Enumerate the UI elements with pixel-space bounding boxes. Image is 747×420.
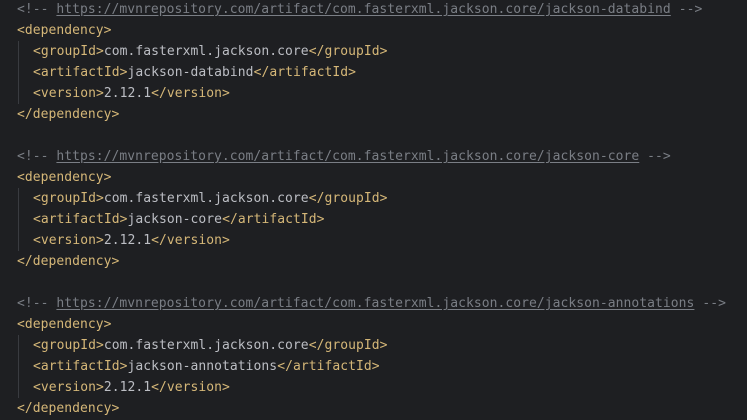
groupid-value: com.fasterxml.jackson.core xyxy=(103,44,309,59)
mvnrepository-link[interactable]: https://mvnrepository.com/artifact/com.f… xyxy=(56,149,639,164)
mvnrepository-link[interactable]: https://mvnrepository.com/artifact/com.f… xyxy=(56,2,670,17)
comment-line: <!-- https://mvnrepository.com/artifact/… xyxy=(17,0,702,20)
comment-open: <!-- xyxy=(17,149,49,164)
dependency-open-tag: <dependency> xyxy=(17,170,112,185)
version-open-tag: <version> xyxy=(33,380,104,395)
artifactid-open-tag: <artifactId> xyxy=(33,65,128,80)
dependency-close-line: </dependency> xyxy=(17,104,119,125)
groupid-close-tag: </groupId> xyxy=(308,338,388,353)
artifactid-line: <artifactId>jackson-databind</artifactId… xyxy=(17,62,356,83)
artifactid-open-tag: <artifactId> xyxy=(33,212,128,227)
artifactid-close-tag: </artifactId> xyxy=(253,65,356,80)
version-line: <version>2.12.1</version> xyxy=(17,377,230,398)
dependency-open-line: <dependency> xyxy=(17,314,112,335)
dependency-open-tag: <dependency> xyxy=(17,23,112,38)
groupid-line: <groupId>com.fasterxml.jackson.core</gro… xyxy=(17,335,387,356)
groupid-line: <groupId>com.fasterxml.jackson.core</gro… xyxy=(17,188,387,209)
groupid-line: <groupId>com.fasterxml.jackson.core</gro… xyxy=(17,41,387,62)
comment-close: --> xyxy=(678,2,703,17)
groupid-open-tag: <groupId> xyxy=(33,44,104,59)
dependency-close-tag: </dependency> xyxy=(17,254,120,269)
comment-close: --> xyxy=(702,296,726,311)
version-value: 2.12.1 xyxy=(103,380,152,395)
comment-open: <!-- xyxy=(17,2,49,17)
groupid-close-tag: </groupId> xyxy=(308,191,388,206)
version-close-tag: </version> xyxy=(151,233,230,248)
version-open-tag: <version> xyxy=(33,233,104,248)
version-close-tag: </version> xyxy=(151,86,230,101)
comment-line: <!-- https://mvnrepository.com/artifact/… xyxy=(17,293,726,314)
mvnrepository-link[interactable]: https://mvnrepository.com/artifact/com.f… xyxy=(56,296,694,311)
artifactid-value: jackson-annotations xyxy=(127,359,278,374)
artifactid-value: jackson-core xyxy=(127,212,223,227)
groupid-close-tag: </groupId> xyxy=(308,44,388,59)
comment-line: <!-- https://mvnrepository.com/artifact/… xyxy=(17,146,671,167)
artifactid-line: <artifactId>jackson-annotations</artifac… xyxy=(17,356,380,377)
version-line: <version>2.12.1</version> xyxy=(17,83,230,104)
dependency-open-line: <dependency> xyxy=(17,167,112,188)
groupid-open-tag: <groupId> xyxy=(33,338,104,353)
version-line: <version>2.12.1</version> xyxy=(17,230,230,251)
dependency-close-tag: </dependency> xyxy=(17,107,120,122)
artifactid-close-tag: </artifactId> xyxy=(222,212,325,227)
artifactid-close-tag: </artifactId> xyxy=(277,359,380,374)
groupid-value: com.fasterxml.jackson.core xyxy=(103,338,309,353)
version-value: 2.12.1 xyxy=(103,233,152,248)
dependency-close-tag: </dependency> xyxy=(17,401,120,416)
dependency-close-line: </dependency> xyxy=(17,251,119,272)
comment-open: <!-- xyxy=(17,296,49,311)
version-value: 2.12.1 xyxy=(103,86,152,101)
groupid-value: com.fasterxml.jackson.core xyxy=(103,191,309,206)
artifactid-value: jackson-databind xyxy=(127,65,254,80)
code-editor[interactable]: <!-- https://mvnrepository.com/artifact/… xyxy=(0,0,747,420)
version-open-tag: <version> xyxy=(33,86,104,101)
dependency-open-tag: <dependency> xyxy=(17,317,112,332)
dependency-close-line: </dependency> xyxy=(17,398,119,419)
version-close-tag: </version> xyxy=(151,380,230,395)
artifactid-line: <artifactId>jackson-core</artifactId> xyxy=(17,209,324,230)
artifactid-open-tag: <artifactId> xyxy=(33,359,128,374)
groupid-open-tag: <groupId> xyxy=(33,191,104,206)
comment-close: --> xyxy=(647,149,671,164)
dependency-open-line: <dependency> xyxy=(17,20,112,41)
